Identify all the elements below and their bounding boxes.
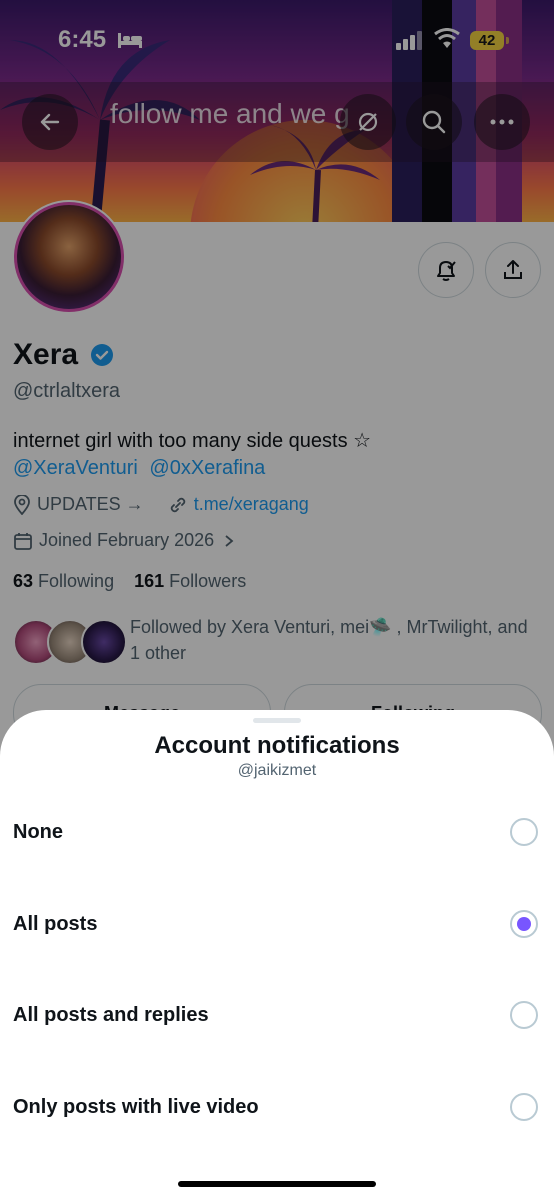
home-indicator[interactable] [178, 1181, 376, 1187]
radio-button[interactable] [510, 818, 538, 846]
option-label: None [13, 821, 63, 843]
sheet-title: Account notifications [154, 732, 400, 759]
option-none[interactable]: None [0, 792, 554, 872]
option-label: All posts [13, 913, 98, 935]
sheet-subtitle: @jaikizmet [237, 762, 317, 779]
radio-button-selected[interactable] [510, 910, 538, 938]
account-notifications-sheet: Account notifications @jaikizmet None Al… [0, 710, 554, 1200]
radio-button[interactable] [510, 1093, 538, 1121]
option-label: Only posts with live video [13, 1096, 259, 1118]
option-live-video[interactable]: Only posts with live video [0, 1067, 554, 1147]
radio-button[interactable] [510, 1001, 538, 1029]
option-all-posts-and-replies[interactable]: All posts and replies [0, 975, 554, 1055]
option-label: All posts and replies [13, 1004, 209, 1026]
option-all-posts[interactable]: All posts [0, 884, 554, 964]
sheet-grabber[interactable] [253, 718, 301, 723]
